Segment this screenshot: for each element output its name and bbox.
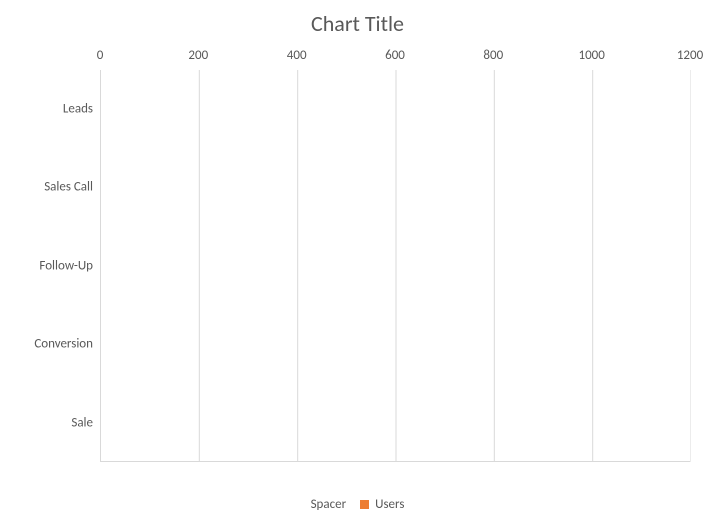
funnel-bar-chart: Chart Title 0 200 400 600 800 1000 1200 … (0, 0, 715, 522)
x-tick: 600 (385, 48, 405, 63)
legend-label: Spacer (311, 497, 347, 512)
legend: Spacer Users (0, 497, 715, 512)
x-tick: 200 (188, 48, 208, 63)
legend-label: Users (375, 497, 404, 512)
y-tick: Conversion (34, 337, 93, 352)
legend-swatch-icon (360, 500, 369, 509)
legend-item-users: Users (360, 497, 404, 512)
gridlines (101, 70, 691, 462)
x-tick: 1200 (677, 48, 703, 63)
x-tick: 0 (97, 48, 104, 63)
x-tick: 800 (483, 48, 503, 63)
legend-item-spacer: Spacer (311, 497, 347, 512)
y-tick: Sales Call (44, 180, 93, 195)
y-tick: Sale (71, 416, 93, 431)
plot-area (100, 70, 690, 462)
x-tick: 1000 (579, 48, 605, 63)
y-tick: Leads (63, 102, 93, 117)
y-tick: Follow-Up (39, 259, 93, 274)
x-tick: 400 (287, 48, 307, 63)
chart-title: Chart Title (0, 10, 715, 37)
